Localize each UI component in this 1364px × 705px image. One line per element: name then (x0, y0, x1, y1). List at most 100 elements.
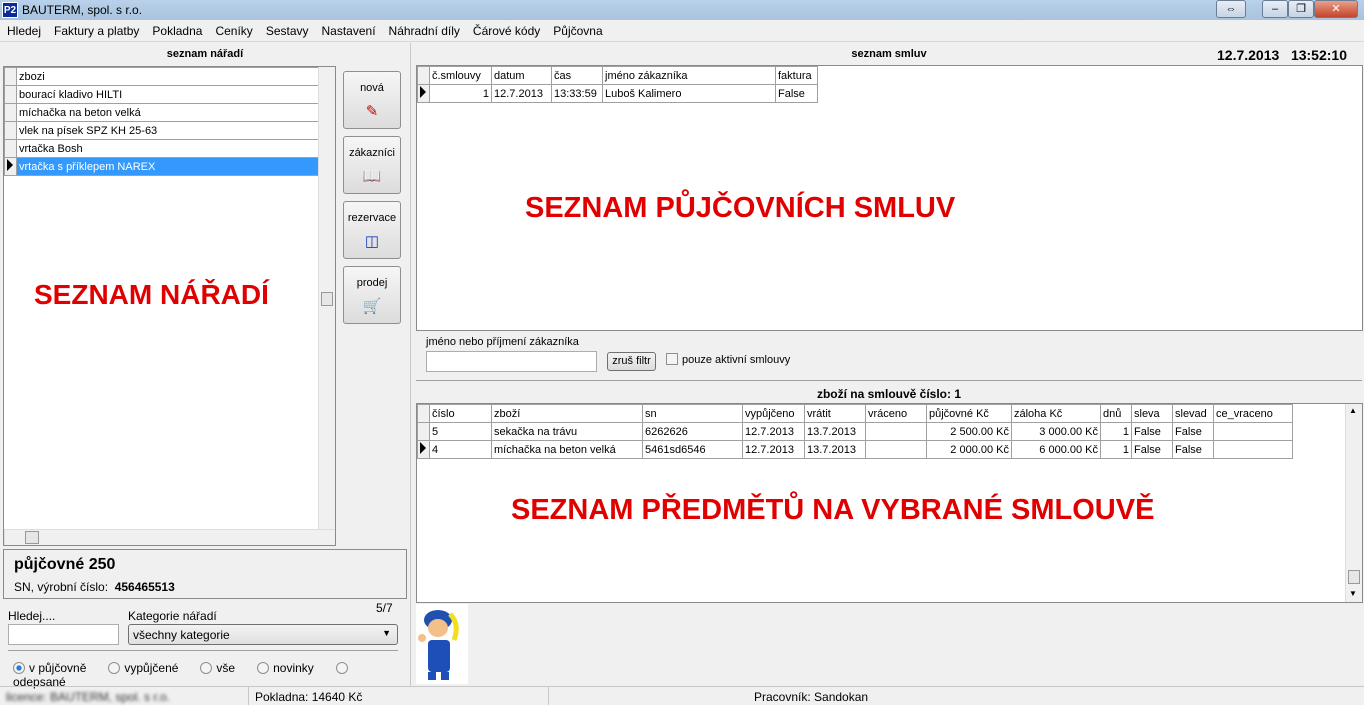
radio-rented[interactable]: vypůjčené (108, 661, 178, 675)
table-row[interactable]: vlek na písek SPZ KH 25-63 (4, 121, 319, 140)
horizontal-scrollbar[interactable] (4, 529, 335, 545)
column-header[interactable]: zbozi (16, 67, 319, 86)
menu-nahradni-dily[interactable]: Náhradní díly (382, 21, 466, 38)
scroll-up-icon[interactable]: ▲ (1349, 406, 1357, 415)
table-cell[interactable] (4, 157, 17, 176)
table-cell[interactable] (417, 84, 430, 103)
scroll-down-icon[interactable]: ▼ (1349, 589, 1357, 598)
switch-window-button[interactable]: ⇔ (1216, 0, 1246, 18)
radio-button[interactable] (257, 662, 270, 674)
column-header[interactable]: čas (551, 66, 603, 85)
column-header[interactable]: půjčovné Kč (926, 404, 1012, 423)
table-row[interactable]: vrtačka Bosh (4, 139, 319, 158)
column-header[interactable]: vypůjčeno (742, 404, 805, 423)
radio-button[interactable] (335, 662, 348, 674)
new-button[interactable]: nová ✎ (343, 71, 401, 129)
checkbox-box[interactable] (666, 353, 678, 365)
menu-hledej[interactable]: Hledej (0, 21, 47, 38)
table-cell[interactable] (4, 85, 17, 104)
table-cell[interactable] (1213, 422, 1293, 441)
radio-button[interactable] (13, 662, 25, 674)
column-header[interactable]: sn (642, 404, 743, 423)
menu-pokladna[interactable]: Pokladna (145, 21, 208, 38)
menu-ceniky[interactable]: Ceníky (208, 21, 258, 38)
table-cell[interactable]: 5461sd6546 (642, 440, 743, 459)
column-header[interactable]: faktura (775, 66, 818, 85)
table-cell[interactable]: 4 (429, 440, 492, 459)
column-header[interactable]: záloha Kč (1011, 404, 1101, 423)
table-row[interactable]: bourací kladivo HILTI (4, 85, 319, 104)
sale-button[interactable]: prodej 🛒 (343, 266, 401, 324)
table-cell[interactable] (1213, 440, 1293, 459)
table-row[interactable]: 4 míchačka na beton velká 5461sd6546 12.7.2… (417, 440, 1293, 459)
column-header[interactable]: jméno zákazníka (602, 66, 776, 85)
table-cell[interactable]: 13.7.2013 (804, 440, 866, 459)
scroll-thumb[interactable] (321, 292, 333, 306)
table-cell[interactable]: 1 (1100, 422, 1132, 441)
maximize-button[interactable]: ❐ (1288, 0, 1314, 18)
table-cell[interactable]: 12.7.2013 (742, 440, 805, 459)
column-header[interactable]: číslo (429, 404, 492, 423)
table-cell[interactable]: vrtačka s příklepem NAREX (16, 157, 319, 176)
column-header[interactable]: sleva (1131, 404, 1173, 423)
table-row[interactable]: 5 sekačka na trávu 6262626 12.7.2013 13.7.20… (417, 422, 1293, 441)
minimize-button[interactable]: – (1262, 0, 1288, 18)
table-row[interactable]: míchačka na beton velká (4, 103, 319, 122)
table-cell[interactable]: 2 000.00 Kč (926, 440, 1012, 459)
table-cell[interactable]: vrtačka Bosh (16, 139, 319, 158)
column-header[interactable]: č.smlouvy (429, 66, 492, 85)
menu-carove-kody[interactable]: Čárové kódy (466, 21, 546, 38)
search-input[interactable] (8, 624, 119, 645)
radio-in-stock[interactable]: v půjčovně (13, 661, 86, 675)
clear-filter-button[interactable]: zruš filtr (607, 352, 656, 371)
table-cell[interactable]: míchačka na beton velká (16, 103, 319, 122)
column-header[interactable]: ce_vraceno (1213, 404, 1293, 423)
radio-new[interactable]: novinky (257, 661, 314, 675)
table-cell[interactable] (4, 121, 17, 140)
column-header[interactable]: vrátit (804, 404, 866, 423)
table-cell[interactable]: 6262626 (642, 422, 743, 441)
menu-faktury[interactable]: Faktury a platby (47, 21, 145, 38)
table-cell[interactable]: 13:33:59 (551, 84, 603, 103)
hscroll-thumb[interactable] (25, 531, 39, 544)
table-cell[interactable]: False (1172, 440, 1214, 459)
table-cell[interactable]: 6 000.00 Kč (1011, 440, 1101, 459)
table-cell[interactable] (4, 103, 17, 122)
table-cell[interactable]: 5 (429, 422, 492, 441)
items-grid[interactable]: číslo zboží sn vypůjčeno vrátit vráceno půjčov… (416, 403, 1363, 603)
reservations-button[interactable]: rezervace ◫ (343, 201, 401, 259)
contracts-grid[interactable]: č.smlouvy datum čas jméno zákazníka faktura … (416, 65, 1363, 331)
table-cell[interactable]: Luboš Kalimero (602, 84, 776, 103)
table-cell[interactable]: sekačka na trávu (491, 422, 643, 441)
table-cell[interactable]: 12.7.2013 (742, 422, 805, 441)
column-header[interactable]: slevad (1172, 404, 1214, 423)
tools-grid[interactable]: zbozi bourací kladivo HILTI míchačka na … (3, 66, 336, 546)
table-cell[interactable]: vlek na písek SPZ KH 25-63 (16, 121, 319, 140)
table-cell[interactable]: 2 500.00 Kč (926, 422, 1012, 441)
column-header[interactable]: dnů (1100, 404, 1132, 423)
table-row-selected[interactable]: vrtačka s příklepem NAREX (4, 157, 319, 176)
menu-sestavy[interactable]: Sestavy (259, 21, 315, 38)
table-cell[interactable] (865, 440, 927, 459)
table-cell[interactable] (4, 139, 17, 158)
table-cell[interactable] (865, 422, 927, 441)
radio-all[interactable]: vše (200, 661, 235, 675)
column-header[interactable]: datum (491, 66, 552, 85)
customers-button[interactable]: zákazníci 📖 (343, 136, 401, 194)
column-header[interactable]: vráceno (865, 404, 927, 423)
menu-pujcovna[interactable]: Půjčovna (546, 21, 608, 38)
column-header[interactable]: zboží (491, 404, 643, 423)
table-row[interactable]: 1 12.7.2013 13:33:59 Luboš Kalimero False (417, 84, 818, 103)
table-cell[interactable]: míchačka na beton velká (491, 440, 643, 459)
table-cell[interactable] (417, 422, 430, 441)
menu-nastaveni[interactable]: Nastavení (315, 21, 382, 38)
close-button[interactable]: ✕ (1314, 0, 1358, 18)
radio-button[interactable] (108, 662, 121, 674)
category-select[interactable]: všechny kategorie ▼ (128, 624, 398, 645)
customer-filter-input[interactable] (426, 351, 597, 372)
radio-button[interactable] (200, 662, 213, 674)
table-cell[interactable]: 3 000.00 Kč (1011, 422, 1101, 441)
table-cell[interactable]: False (1131, 440, 1173, 459)
table-cell[interactable]: 13.7.2013 (804, 422, 866, 441)
table-cell[interactable]: 12.7.2013 (491, 84, 552, 103)
